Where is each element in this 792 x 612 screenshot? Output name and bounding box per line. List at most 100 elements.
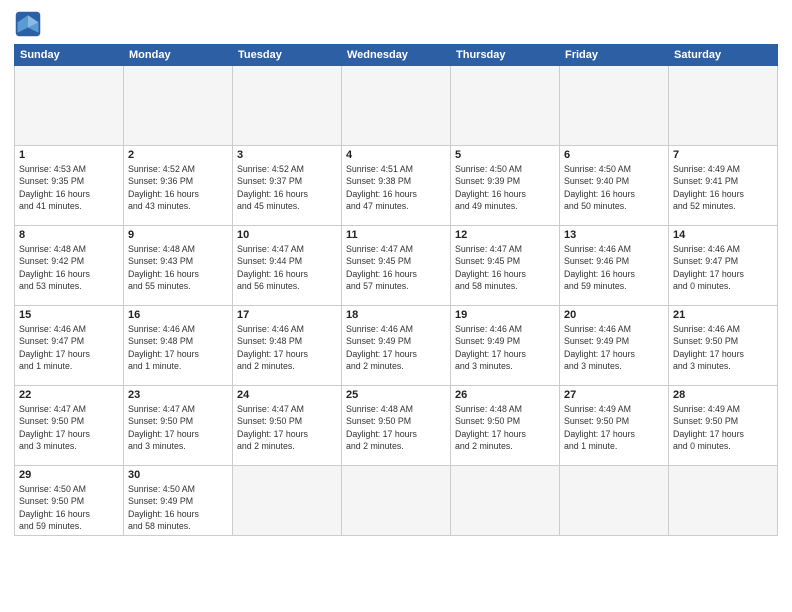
weekday-header: Sunday [15, 45, 124, 66]
calendar-cell [124, 66, 233, 146]
day-info: Sunrise: 4:46 AM Sunset: 9:49 PM Dayligh… [564, 323, 664, 372]
day-number: 13 [564, 229, 664, 241]
day-number: 20 [564, 309, 664, 321]
weekday-header: Friday [560, 45, 669, 66]
calendar-cell [669, 66, 778, 146]
calendar-cell: 3 Sunrise: 4:52 AM Sunset: 9:37 PM Daylig… [233, 146, 342, 226]
calendar-cell: 8 Sunrise: 4:48 AM Sunset: 9:42 PM Daylig… [15, 226, 124, 306]
header [14, 10, 778, 38]
calendar-cell: 13 Sunrise: 4:46 AM Sunset: 9:46 PM Dayli… [560, 226, 669, 306]
day-number: 5 [455, 149, 555, 161]
calendar-cell: 12 Sunrise: 4:47 AM Sunset: 9:45 PM Dayli… [451, 226, 560, 306]
day-number: 10 [237, 229, 337, 241]
day-info: Sunrise: 4:52 AM Sunset: 9:36 PM Dayligh… [128, 163, 228, 212]
calendar-cell: 4Sunrise: 4:51 AM Sunset: 9:38 PM Daylig… [342, 146, 451, 226]
calendar-cell: 26 Sunrise: 4:48 AM Sunset: 9:50 PM Dayli… [451, 386, 560, 466]
day-number: 29 [19, 469, 119, 481]
day-info: Sunrise: 4:46 AM Sunset: 9:49 PM Dayligh… [455, 323, 555, 372]
day-number: 23 [128, 389, 228, 401]
logo-icon [14, 10, 42, 38]
calendar-cell: 14 Sunrise: 4:46 AM Sunset: 9:47 PM Dayli… [669, 226, 778, 306]
weekday-header: Tuesday [233, 45, 342, 66]
calendar-cell: 2 Sunrise: 4:52 AM Sunset: 9:36 PM Daylig… [124, 146, 233, 226]
calendar-cell: 18Sunrise: 4:46 AM Sunset: 9:49 PM Dayli… [342, 306, 451, 386]
calendar-cell: 7 Sunrise: 4:49 AM Sunset: 9:41 PM Daylig… [669, 146, 778, 226]
weekday-header: Saturday [669, 45, 778, 66]
calendar-cell: 15 Sunrise: 4:46 AM Sunset: 9:47 PM Dayli… [15, 306, 124, 386]
day-info: Sunrise: 4:53 AM Sunset: 9:35 PM Dayligh… [19, 163, 119, 212]
logo [14, 10, 46, 38]
day-info: Sunrise: 4:50 AM Sunset: 9:40 PM Dayligh… [564, 163, 664, 212]
day-number: 25 [346, 389, 446, 401]
calendar-cell: 29 Sunrise: 4:50 AM Sunset: 9:50 PM Dayli… [15, 466, 124, 536]
day-number: 15 [19, 309, 119, 321]
calendar-cell [342, 466, 451, 536]
day-number: 18 [346, 309, 446, 321]
day-number: 1 [19, 149, 119, 161]
weekday-header: Thursday [451, 45, 560, 66]
calendar-cell: 25 Sunrise: 4:48 AM Sunset: 9:50 PM Dayli… [342, 386, 451, 466]
calendar-cell: 9Sunrise: 4:48 AM Sunset: 9:43 PM Daylig… [124, 226, 233, 306]
calendar-cell [669, 466, 778, 536]
calendar-cell: 10Sunrise: 4:47 AM Sunset: 9:44 PM Dayli… [233, 226, 342, 306]
calendar-cell [233, 66, 342, 146]
day-info: Sunrise: 4:50 AM Sunset: 9:50 PM Dayligh… [19, 483, 119, 532]
calendar-cell [560, 66, 669, 146]
day-info: Sunrise: 4:47 AM Sunset: 9:45 PM Dayligh… [455, 243, 555, 292]
day-number: 22 [19, 389, 119, 401]
calendar-cell [451, 66, 560, 146]
calendar-cell [451, 466, 560, 536]
day-info: Sunrise: 4:48 AM Sunset: 9:42 PM Dayligh… [19, 243, 119, 292]
day-info: Sunrise: 4:52 AM Sunset: 9:37 PM Dayligh… [237, 163, 337, 212]
calendar-cell: 24 Sunrise: 4:47 AM Sunset: 9:50 PM Dayli… [233, 386, 342, 466]
day-info: Sunrise: 4:47 AM Sunset: 9:50 PM Dayligh… [237, 403, 337, 452]
day-number: 17 [237, 309, 337, 321]
calendar-cell: 22 Sunrise: 4:47 AM Sunset: 9:50 PM Dayli… [15, 386, 124, 466]
day-info: Sunrise: 4:46 AM Sunset: 9:46 PM Dayligh… [564, 243, 664, 292]
calendar-cell: 20 Sunrise: 4:46 AM Sunset: 9:49 PM Dayli… [560, 306, 669, 386]
day-number: 27 [564, 389, 664, 401]
day-number: 8 [19, 229, 119, 241]
day-info: Sunrise: 4:48 AM Sunset: 9:50 PM Dayligh… [455, 403, 555, 452]
calendar-cell: 27 Sunrise: 4:49 AM Sunset: 9:50 PM Dayli… [560, 386, 669, 466]
day-info: Sunrise: 4:50 AM Sunset: 9:39 PM Dayligh… [455, 163, 555, 212]
day-info: Sunrise: 4:49 AM Sunset: 9:50 PM Dayligh… [564, 403, 664, 452]
day-info: Sunrise: 4:46 AM Sunset: 9:48 PM Dayligh… [237, 323, 337, 372]
day-info: Sunrise: 4:48 AM Sunset: 9:50 PM Dayligh… [346, 403, 446, 452]
calendar-cell: 16 Sunrise: 4:46 AM Sunset: 9:48 PM Dayli… [124, 306, 233, 386]
calendar-cell [560, 466, 669, 536]
calendar-cell [233, 466, 342, 536]
day-info: Sunrise: 4:46 AM Sunset: 9:50 PM Dayligh… [673, 323, 773, 372]
day-info: Sunrise: 4:49 AM Sunset: 9:50 PM Dayligh… [673, 403, 773, 452]
day-number: 11 [346, 229, 446, 241]
calendar-cell: 19 Sunrise: 4:46 AM Sunset: 9:49 PM Dayli… [451, 306, 560, 386]
calendar-cell [342, 66, 451, 146]
day-number: 26 [455, 389, 555, 401]
calendar-cell: 28 Sunrise: 4:49 AM Sunset: 9:50 PM Dayli… [669, 386, 778, 466]
day-number: 3 [237, 149, 337, 161]
day-info: Sunrise: 4:47 AM Sunset: 9:45 PM Dayligh… [346, 243, 446, 292]
page: SundayMondayTuesdayWednesdayThursdayFrid… [0, 0, 792, 612]
calendar-cell: 11 Sunrise: 4:47 AM Sunset: 9:45 PM Dayli… [342, 226, 451, 306]
day-number: 19 [455, 309, 555, 321]
day-number: 2 [128, 149, 228, 161]
calendar-cell: 1 Sunrise: 4:53 AM Sunset: 9:35 PM Daylig… [15, 146, 124, 226]
calendar-cell: 30Sunrise: 4:50 AM Sunset: 9:49 PM Dayli… [124, 466, 233, 536]
day-number: 12 [455, 229, 555, 241]
day-info: Sunrise: 4:47 AM Sunset: 9:50 PM Dayligh… [19, 403, 119, 452]
day-info: Sunrise: 4:46 AM Sunset: 9:47 PM Dayligh… [19, 323, 119, 372]
day-info: Sunrise: 4:51 AM Sunset: 9:38 PM Dayligh… [346, 163, 446, 212]
day-number: 28 [673, 389, 773, 401]
calendar-cell [15, 66, 124, 146]
calendar-cell: 17 Sunrise: 4:46 AM Sunset: 9:48 PM Dayli… [233, 306, 342, 386]
day-number: 24 [237, 389, 337, 401]
calendar-cell: 6Sunrise: 4:50 AM Sunset: 9:40 PM Daylig… [560, 146, 669, 226]
day-info: Sunrise: 4:50 AM Sunset: 9:49 PM Dayligh… [128, 483, 228, 532]
day-info: Sunrise: 4:46 AM Sunset: 9:47 PM Dayligh… [673, 243, 773, 292]
day-info: Sunrise: 4:49 AM Sunset: 9:41 PM Dayligh… [673, 163, 773, 212]
day-info: Sunrise: 4:46 AM Sunset: 9:48 PM Dayligh… [128, 323, 228, 372]
weekday-header: Wednesday [342, 45, 451, 66]
day-number: 7 [673, 149, 773, 161]
day-number: 14 [673, 229, 773, 241]
day-number: 16 [128, 309, 228, 321]
